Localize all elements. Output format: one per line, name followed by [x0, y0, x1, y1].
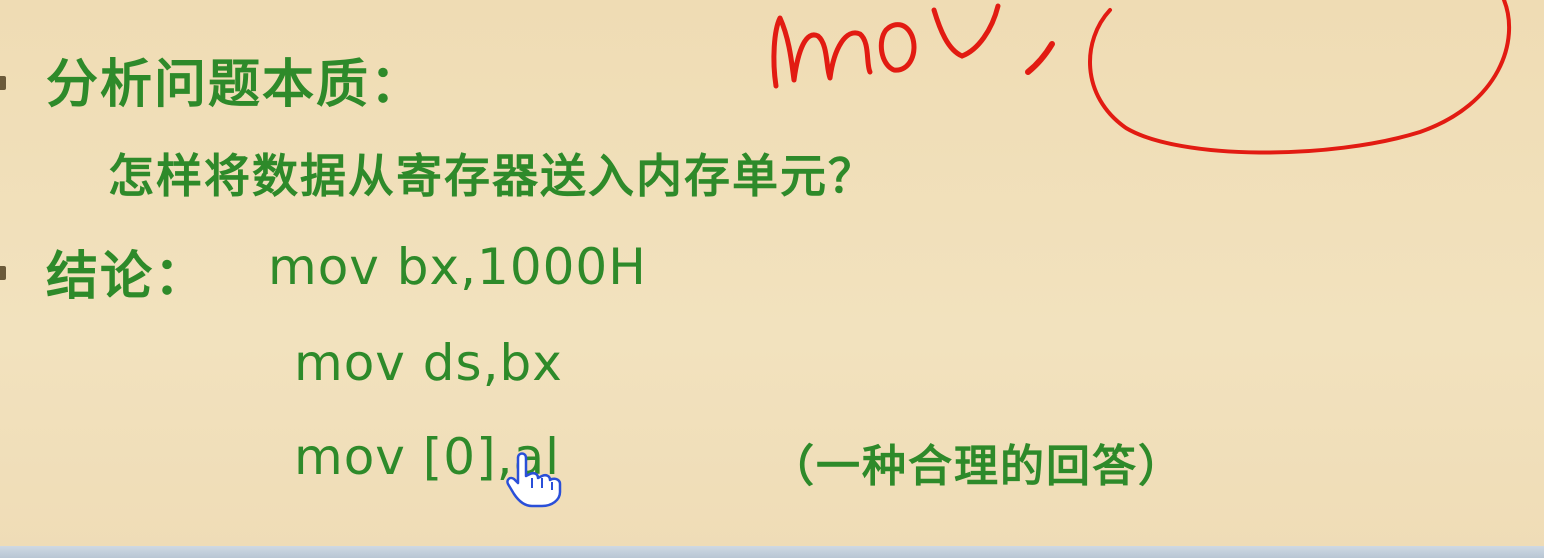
- slide: 分析问题本质： 怎样将数据从寄存器送入内存单元？ 结论： mov bx,1000…: [0, 0, 1544, 558]
- hand-pointer-icon: [506, 452, 562, 508]
- bottom-bar: [0, 546, 1544, 558]
- slide-heading: 分析问题本质：: [46, 55, 425, 115]
- handwriting-stroke-m: [771, 15, 873, 89]
- code-line-2: mov ds,bx: [294, 334, 563, 392]
- handwriting-stroke-comma: [1025, 41, 1055, 75]
- bullet-marker: [0, 76, 6, 90]
- conclusion-label: 结论：: [46, 247, 209, 307]
- code-line-1: mov bx,1000H: [268, 238, 647, 296]
- handwriting-circle: [1088, 0, 1512, 155]
- handwriting-stroke-o: [878, 22, 917, 73]
- handwriting-stroke-v: [931, 3, 1001, 59]
- bullet-marker: [0, 266, 6, 280]
- question-text: 怎样将数据从寄存器送入内存单元？: [108, 149, 876, 203]
- note-text: （一种合理的回答）: [770, 441, 1184, 492]
